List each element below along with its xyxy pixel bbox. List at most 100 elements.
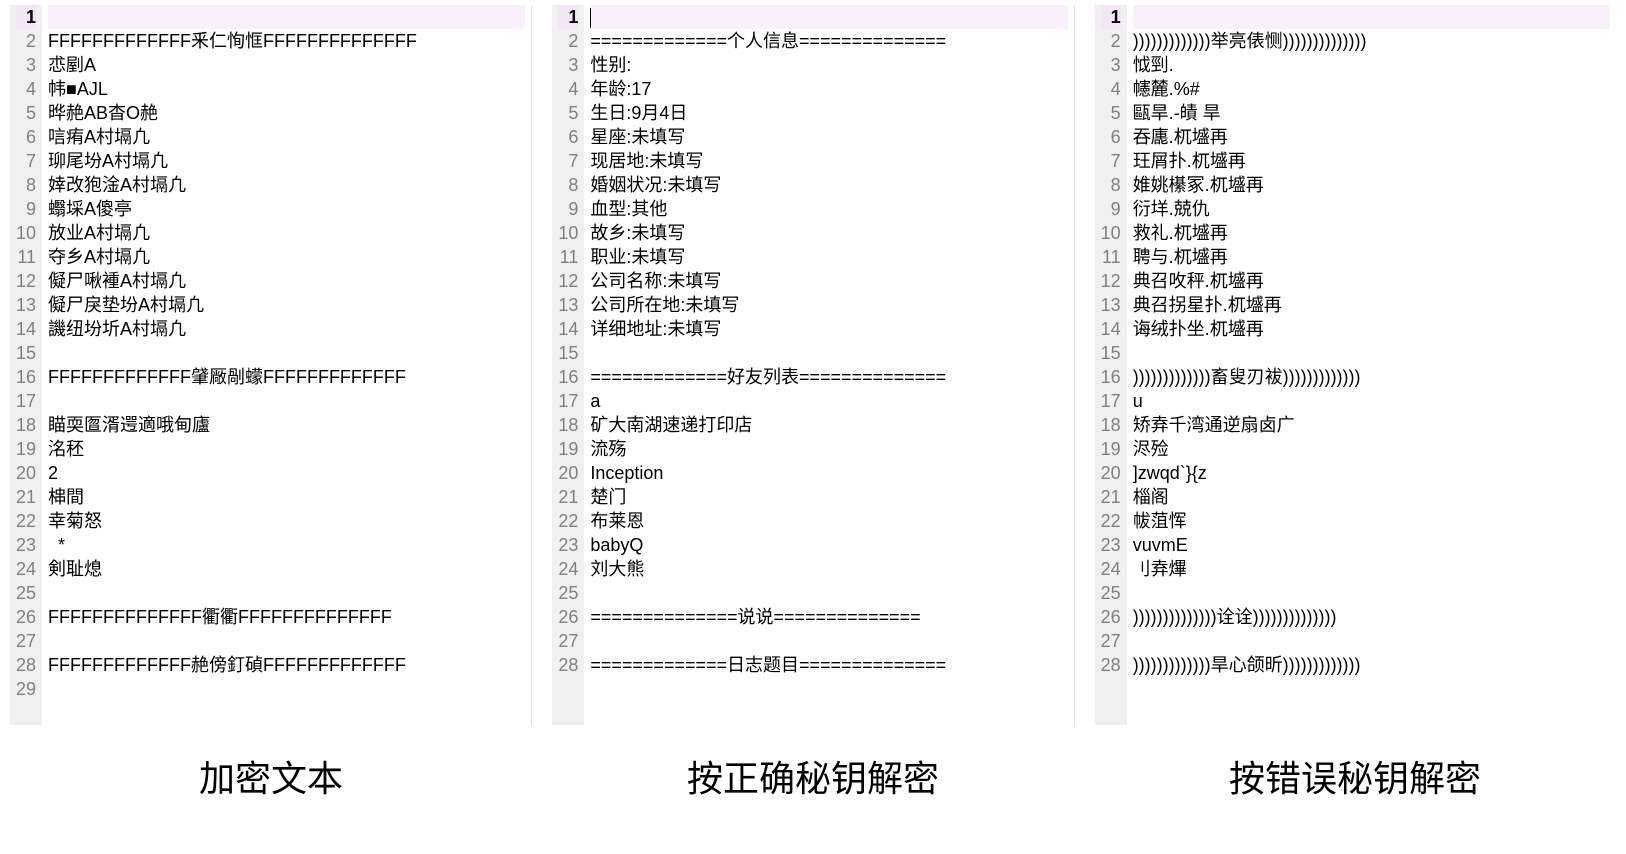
line-number: 13 <box>16 293 36 317</box>
code-line: 典召呚秤.杌墭再 <box>1133 269 1610 293</box>
line-number: 16 <box>558 365 578 389</box>
code-line: 唁痏A村塥凢 <box>48 125 525 149</box>
label-encrypted: 加密文本 <box>10 750 532 802</box>
code-area[interactable]: =============个人信息==============性别:年龄:17生… <box>584 5 1073 725</box>
code-line: 刘大熊 <box>590 557 1067 581</box>
code-line: ]zwqd`}{z <box>1133 461 1610 485</box>
code-line <box>48 341 525 365</box>
code-line: 梙間 <box>48 485 525 509</box>
line-number: 2 <box>558 29 578 53</box>
line-number: 6 <box>16 125 36 149</box>
line-number: 5 <box>16 101 36 125</box>
code-line: vuvmE <box>1133 533 1610 557</box>
code-line: 详细地址:未填写 <box>590 317 1067 341</box>
line-number: 14 <box>1101 317 1121 341</box>
line-number: 1 <box>558 5 578 29</box>
code-line: 幰麓.%# <box>1133 77 1610 101</box>
code-line: 矫弆千湾通逆扇卤广 <box>1133 413 1610 437</box>
code-line: FFFFFFFFFFFFFF衢衢FFFFFFFFFFFFFF <box>48 605 525 629</box>
line-number: 22 <box>16 509 36 533</box>
line-number: 18 <box>16 413 36 437</box>
line-number: 23 <box>558 533 578 557</box>
code-line: * <box>48 533 525 557</box>
line-number: 1 <box>1101 5 1121 29</box>
code-line: 公司所在地:未填写 <box>590 293 1067 317</box>
line-number: 26 <box>16 605 36 629</box>
line-number: 11 <box>1101 245 1121 269</box>
line-number: 9 <box>1101 197 1121 221</box>
line-number: 10 <box>1101 221 1121 245</box>
line-number: 16 <box>16 365 36 389</box>
code-line: 剣耻熄 <box>48 557 525 581</box>
line-number: 28 <box>16 653 36 677</box>
line-number: 6 <box>558 125 578 149</box>
line-number: 9 <box>558 197 578 221</box>
code-line: 聘与.杌墭再 <box>1133 245 1610 269</box>
line-number: 10 <box>558 221 578 245</box>
line-number: 1 <box>16 5 36 29</box>
line-number: 28 <box>558 653 578 677</box>
line-number: 28 <box>1101 653 1121 677</box>
line-number: 24 <box>16 557 36 581</box>
code-area[interactable]: FFFFFFFFFFFFF釆仁恂恇FFFFFFFFFFFFFF怷剭A帏■AJL晔… <box>42 5 531 725</box>
code-line: 2 <box>48 461 525 485</box>
code-line: 怷剭A <box>48 53 525 77</box>
line-number: 16 <box>1101 365 1121 389</box>
line-number: 26 <box>1101 605 1121 629</box>
code-line: 布莱恩 <box>590 509 1067 533</box>
code-line: =============个人信息============== <box>590 29 1067 53</box>
line-number: 25 <box>16 581 36 605</box>
line-number: 6 <box>1101 125 1121 149</box>
line-number: 19 <box>16 437 36 461</box>
code-line: 放业A村塥凢 <box>48 221 525 245</box>
code-line: 蠮埰A傻亭 <box>48 197 525 221</box>
label-wrong-key: 按错误秘钥解密 <box>1094 750 1616 802</box>
code-line: 典召拐星扑.杌墭再 <box>1133 293 1610 317</box>
code-line: )))))))))))))举亮俵恻)))))))))))))) <box>1133 29 1610 53</box>
line-number: 2 <box>16 29 36 53</box>
code-line: 生日:9月4日 <box>590 101 1067 125</box>
code-line <box>1133 341 1610 365</box>
line-number: 18 <box>1101 413 1121 437</box>
line-number: 5 <box>558 101 578 125</box>
line-number: 8 <box>16 173 36 197</box>
code-line: =============日志题目============== <box>590 653 1067 677</box>
line-number: 26 <box>558 605 578 629</box>
code-line: ==============说说============== <box>590 605 1067 629</box>
code-line <box>48 629 525 653</box>
code-line <box>590 5 1067 29</box>
code-line: babyQ <box>590 533 1067 557</box>
code-line: 婚姻状况:未填写 <box>590 173 1067 197</box>
code-line: ))))))))))))))诠诠)))))))))))))) <box>1133 605 1610 629</box>
line-number: 12 <box>16 269 36 293</box>
code-line: 幸菊怒 <box>48 509 525 533</box>
code-line: FFFFFFFFFFFFF肈厰剮蠓FFFFFFFFFFFFF <box>48 365 525 389</box>
code-line: 椔阁 <box>1133 485 1610 509</box>
code-area[interactable]: )))))))))))))举亮俵恻))))))))))))))怴剄.幰麓.%#甌… <box>1127 5 1616 725</box>
code-line: 故乡:未填写 <box>590 221 1067 245</box>
code-line: )))))))))))))畜叟刃袚))))))))))))) <box>1133 365 1610 389</box>
line-number: 20 <box>1101 461 1121 485</box>
code-line: 珋尾坋A村塥凢 <box>48 149 525 173</box>
line-gutter: 1234567891011121314151617181920212223242… <box>10 5 42 725</box>
line-number: 15 <box>558 341 578 365</box>
line-number: 17 <box>558 389 578 413</box>
line-number: 20 <box>16 461 36 485</box>
code-line: 甌旱.-皟 旱 <box>1133 101 1610 125</box>
line-number: 23 <box>1101 533 1121 557</box>
line-number: 14 <box>558 317 578 341</box>
line-gutter: 1234567891011121314151617181920212223242… <box>552 5 584 725</box>
code-line: 公司名称:未填写 <box>590 269 1067 293</box>
line-number: 15 <box>16 341 36 365</box>
line-number: 11 <box>16 245 36 269</box>
line-number: 11 <box>558 245 578 269</box>
code-line: Inception <box>590 461 1067 485</box>
code-line: 吞廤.杌墭再 <box>1133 125 1610 149</box>
code-line: 洺秠 <box>48 437 525 461</box>
line-number: 29 <box>16 677 36 701</box>
line-number: 10 <box>16 221 36 245</box>
code-line: 诲绒扑坐.杌墭再 <box>1133 317 1610 341</box>
code-line: 年龄:17 <box>590 77 1067 101</box>
label-correct-key: 按正确秘钥解密 <box>552 750 1074 802</box>
line-number: 27 <box>16 629 36 653</box>
